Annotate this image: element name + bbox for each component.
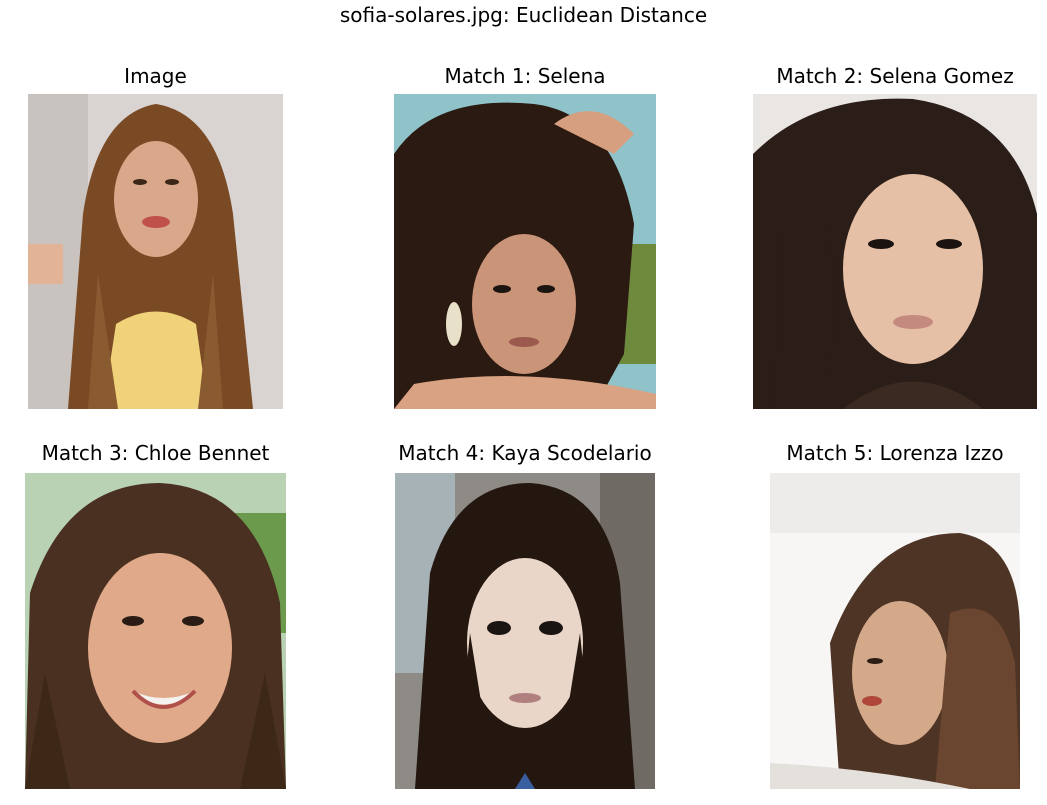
match-5-photo [770, 473, 1020, 789]
panel-title: Match 3: Chloe Bennet [41, 441, 270, 465]
panel-query-image: Image [28, 64, 283, 409]
panel-match-3: Match 3: Chloe Bennet [25, 441, 286, 789]
match-4-photo [395, 473, 655, 789]
match-1-photo [394, 94, 656, 409]
match-2-photo [753, 94, 1037, 409]
figure-suptitle: sofia-solares.jpg: Euclidean Distance [339, 3, 708, 27]
panel-title: Image [124, 64, 187, 88]
panel-match-4: Match 4: Kaya Scodelario [395, 441, 655, 789]
panel-title: Match 4: Kaya Scodelario [398, 441, 652, 465]
match-3-photo [25, 473, 286, 789]
panel-match-1: Match 1: Selena [394, 64, 656, 409]
panel-title: Match 5: Lorenza Izzo [786, 441, 1004, 465]
panel-match-2: Match 2: Selena Gomez [753, 64, 1037, 409]
panel-match-5: Match 5: Lorenza Izzo [770, 441, 1020, 789]
query-photo [28, 94, 283, 409]
panel-title: Match 2: Selena Gomez [776, 64, 1014, 88]
